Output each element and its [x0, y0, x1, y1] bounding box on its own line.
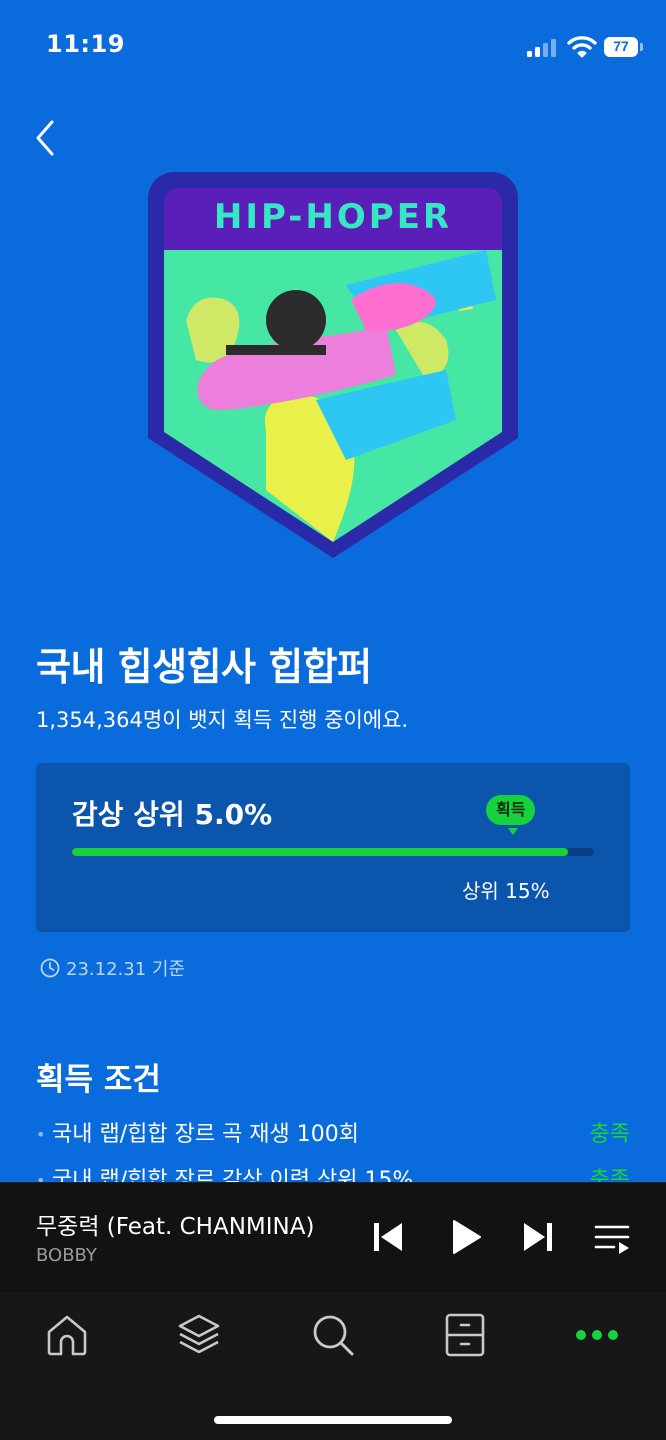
badge-title: 국내 힙생힙사 힙합퍼 — [36, 645, 372, 689]
acquired-tag: 획득 — [486, 795, 536, 825]
search-icon[interactable] — [310, 1312, 356, 1358]
rank-label: 감상 상위 5.0% — [72, 798, 273, 831]
previous-track-button[interactable] — [370, 1217, 406, 1257]
badge-art-text: HIP-HOPER — [214, 197, 452, 237]
home-indicator — [214, 1416, 452, 1424]
date-row: 23.12.31 기준 — [40, 955, 185, 981]
library-icon[interactable] — [176, 1312, 222, 1358]
condition-text: 국내 랩/힙합 장르 곡 재생 100회 — [52, 1122, 360, 1147]
back-button[interactable] — [30, 116, 66, 160]
more-icon[interactable] — [574, 1312, 620, 1358]
progress-card: 감상 상위 5.0% 획득 상위 15% — [36, 763, 630, 932]
home-icon[interactable] — [44, 1312, 90, 1358]
track-artist[interactable]: BOBBY — [36, 1245, 97, 1266]
mini-player[interactable]: 무중력 (Feat. CHANMINA) BOBBY — [0, 1182, 666, 1293]
progress-track — [72, 848, 594, 856]
badge-image: HIP-HOPER — [148, 172, 518, 558]
bottom-navigation — [0, 1292, 666, 1440]
condition-item: • 국내 랩/힙합 장르 곡 재생 100회 충족 — [36, 1120, 630, 1152]
next-track-button[interactable] — [520, 1217, 556, 1257]
battery-indicator: 77 — [604, 37, 644, 59]
progress-fill — [72, 848, 568, 856]
clock-icon — [40, 958, 60, 978]
signal-icon — [527, 39, 556, 57]
battery-level: 77 — [613, 38, 629, 54]
queue-button[interactable] — [594, 1221, 632, 1257]
threshold-label: 상위 15% — [462, 879, 550, 903]
track-title[interactable]: 무중력 (Feat. CHANMINA) — [36, 1207, 314, 1241]
date-label: 23.12.31 기준 — [66, 959, 185, 980]
wifi-icon — [567, 36, 597, 58]
badge-participants-text: 1,354,364명이 뱃지 획득 진행 중이에요. — [36, 708, 409, 732]
acquired-pointer-icon — [508, 828, 518, 835]
status-time: 11:19 — [46, 30, 125, 58]
condition-status: 충족 — [589, 1122, 630, 1147]
storage-icon[interactable] — [442, 1312, 488, 1358]
conditions-heading: 획득 조건 — [36, 1062, 161, 1098]
bullet-icon: • — [36, 1125, 46, 1144]
play-button[interactable] — [448, 1217, 484, 1257]
